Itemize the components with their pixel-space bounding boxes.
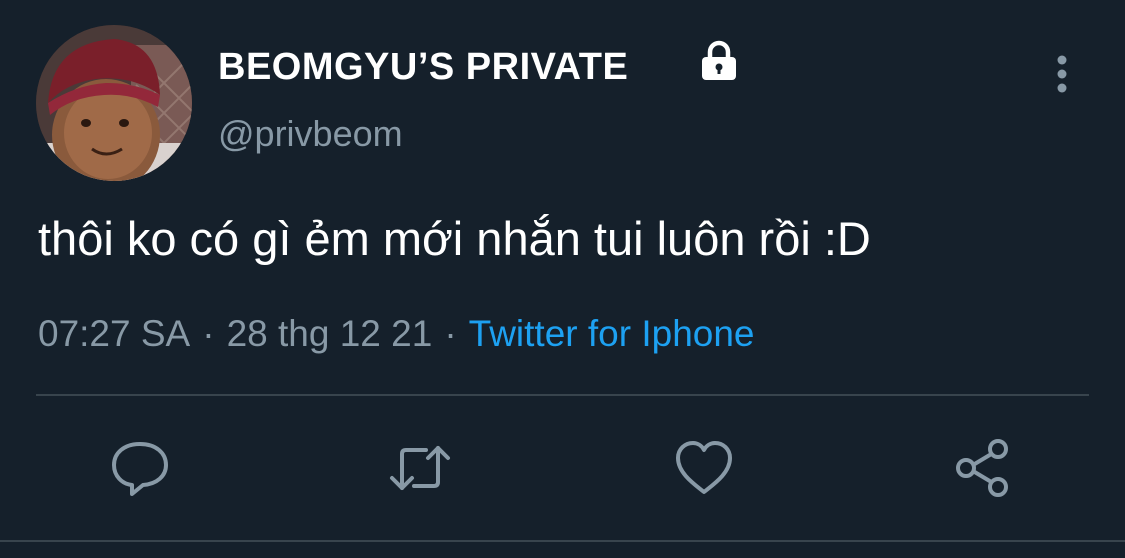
share-button[interactable]: [952, 436, 1016, 500]
tweet-time: 07:27 SA: [38, 313, 191, 354]
tweet-source-link[interactable]: Twitter for Iphone: [469, 313, 755, 354]
lock-icon: [698, 40, 740, 82]
reply-icon: [112, 442, 168, 496]
reply-button[interactable]: [108, 436, 172, 500]
share-icon: [956, 439, 1008, 497]
tweet-date: 28 thg 12 21: [226, 313, 433, 354]
bottom-divider: [0, 540, 1125, 542]
like-button[interactable]: [672, 436, 736, 500]
display-name[interactable]: BEOMGYU’S PRIVATE: [218, 44, 628, 90]
avatar[interactable]: [36, 25, 192, 181]
retweet-button[interactable]: [388, 436, 452, 500]
divider: [36, 394, 1089, 396]
more-options-icon[interactable]: [1044, 52, 1080, 96]
tweet-text: thôi ko có gì ẻm mới nhắn tui luôn rồi :…: [38, 212, 871, 265]
user-handle[interactable]: @privbeom: [218, 112, 403, 156]
meta-separator: ·: [444, 313, 457, 354]
tweet-card: BEOMGYU’S PRIVATE @privbeom thôi ko có g…: [0, 0, 1125, 558]
like-icon: [676, 441, 732, 494]
tweet-meta: 07:27 SA · 28 thg 12 21 · Twitter for Iphone: [38, 310, 755, 358]
retweet-icon: [390, 446, 450, 490]
meta-separator: ·: [202, 313, 215, 354]
